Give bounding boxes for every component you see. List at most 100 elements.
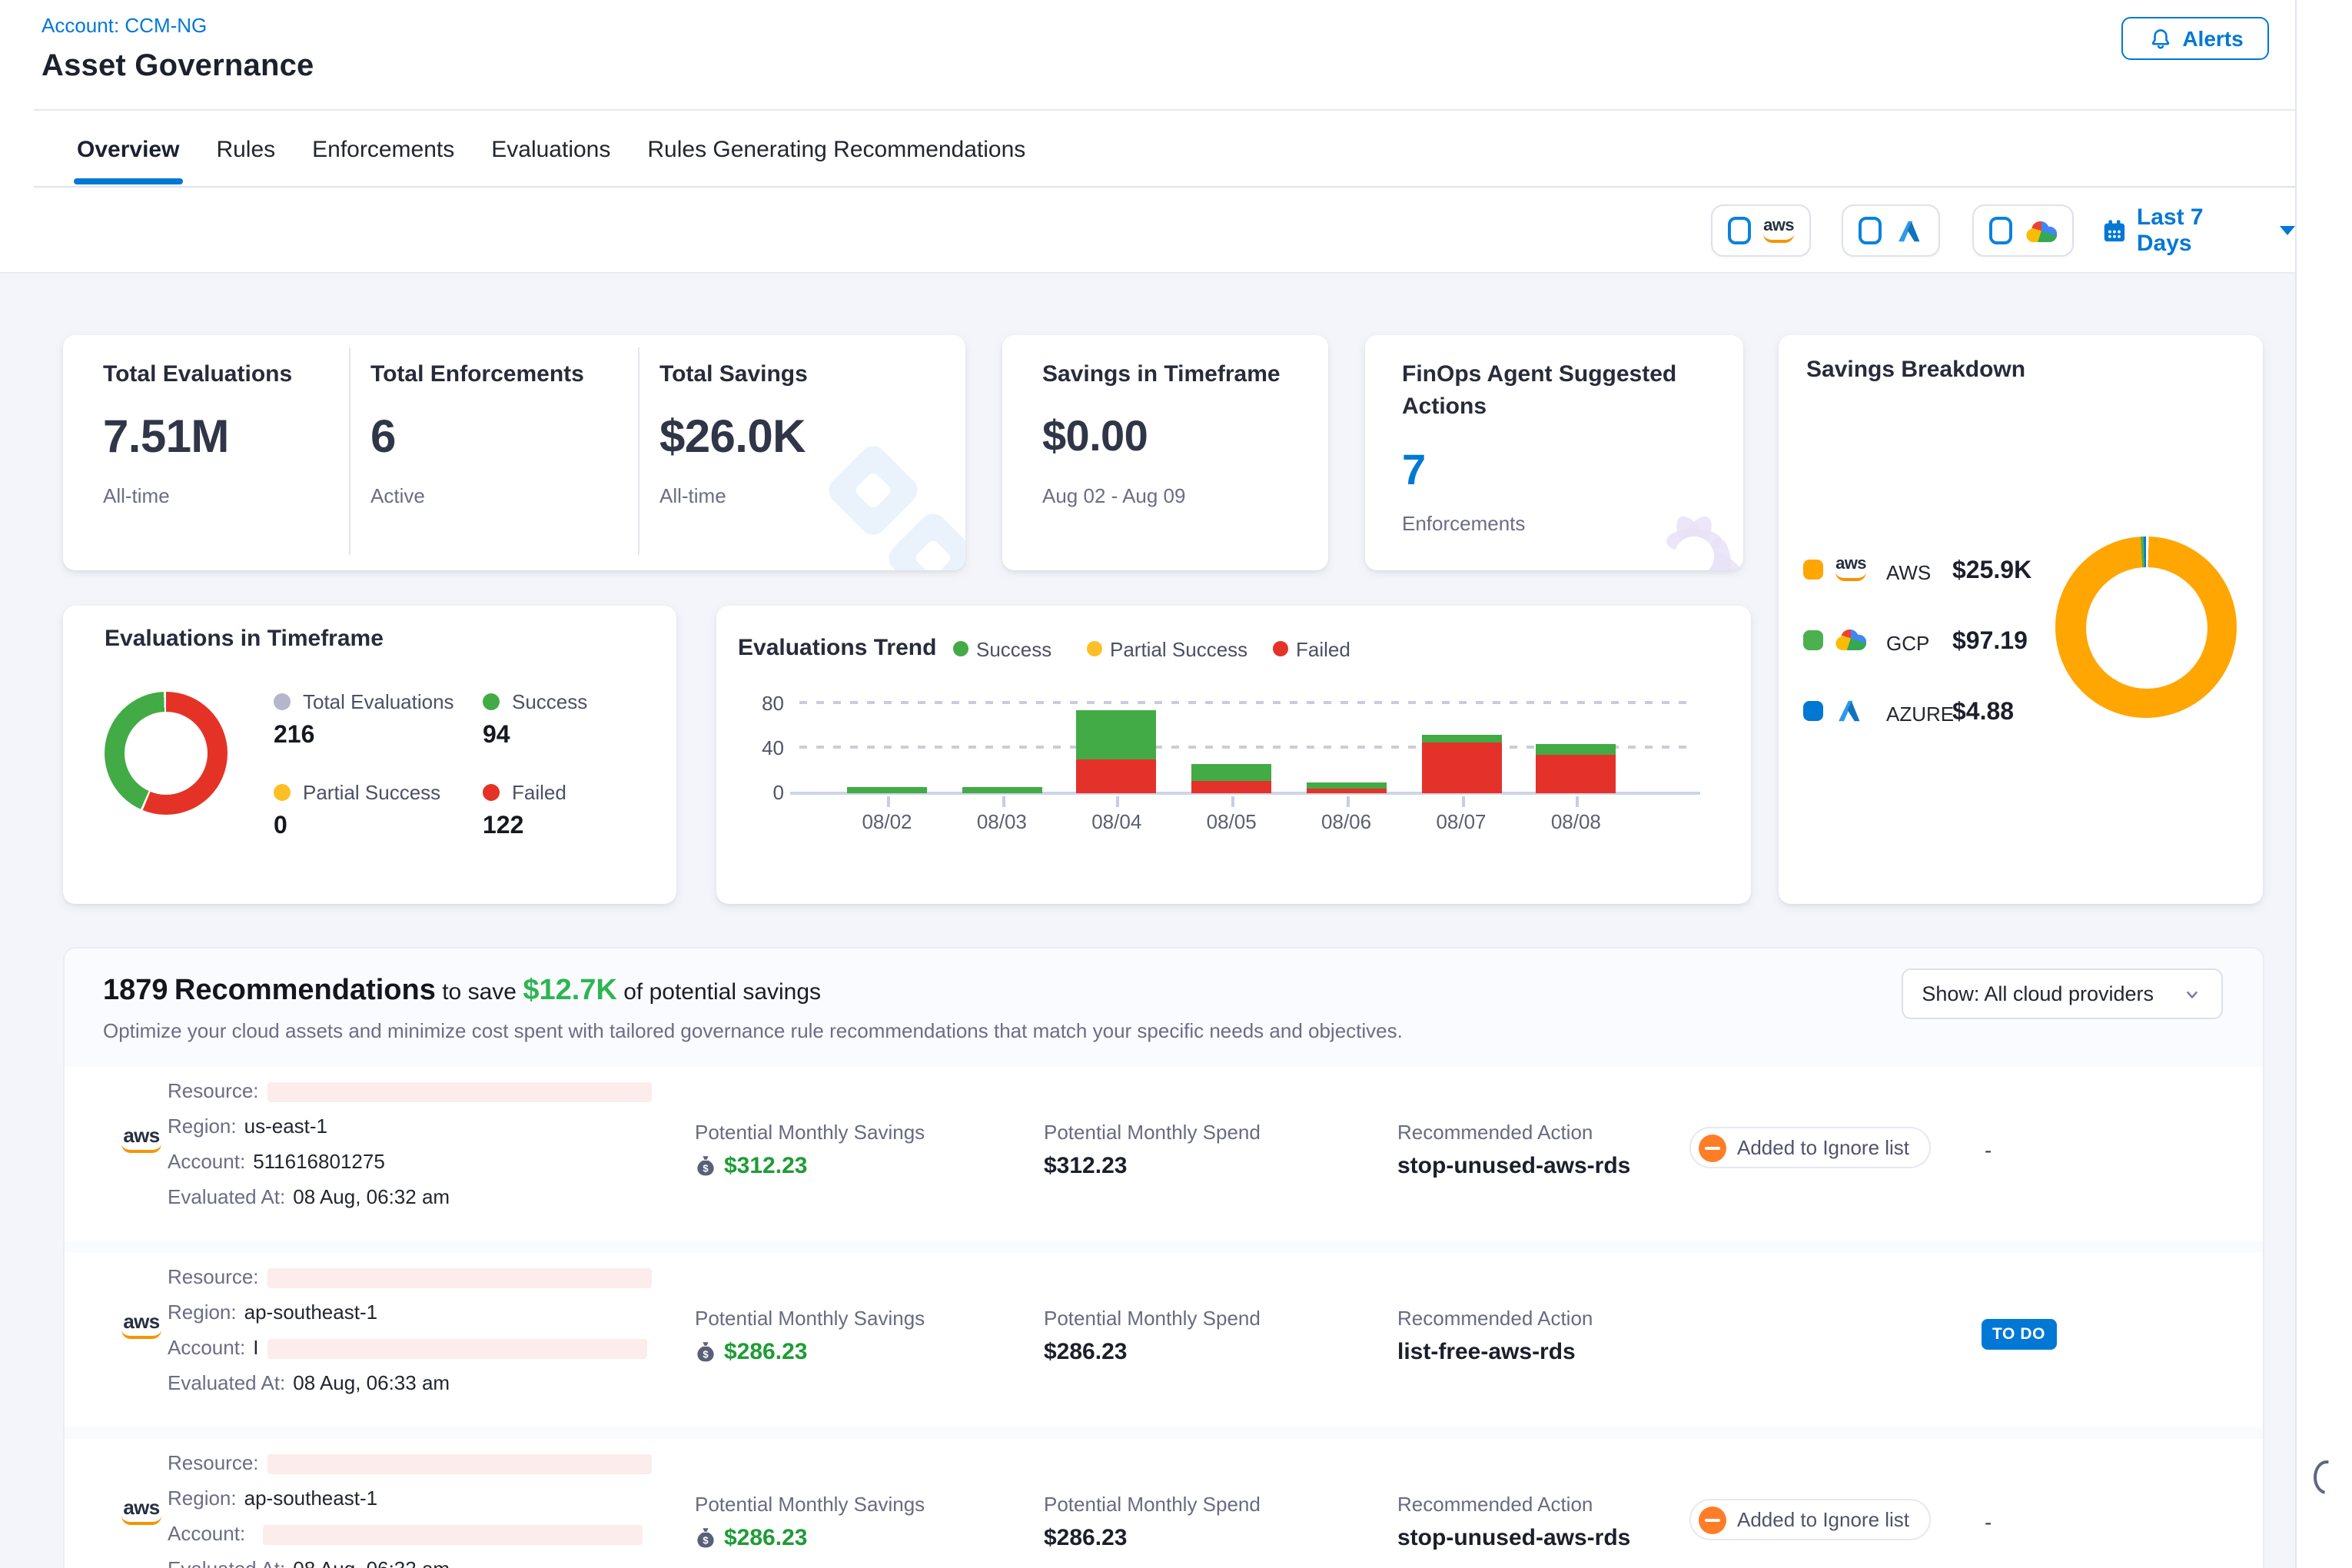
cloud-provider-filter-dropdown[interactable]: Show: All cloud providers (1902, 968, 2223, 1019)
x-tick (1231, 796, 1234, 807)
x-tick-label: 08/05 (1182, 810, 1281, 833)
aws-legend-dot (1803, 560, 1823, 580)
azure-legend-dot (1803, 701, 1823, 721)
potential-savings-amount: $12.7K (523, 975, 617, 1007)
money-bag-icon: $ (695, 1340, 716, 1364)
alerts-button[interactable]: Alerts (2121, 17, 2269, 60)
account-line: Account:I (168, 1336, 647, 1364)
trend-success-label: Success (976, 638, 1051, 661)
total-savings-value: $26.0K (659, 412, 806, 464)
x-tick-label: 08/03 (952, 810, 1051, 833)
tab-evaluations[interactable]: Evaluations (491, 113, 610, 185)
aws-filter-toggle[interactable]: aws (1711, 204, 1811, 257)
aws-checkbox[interactable] (1728, 217, 1751, 244)
x-tick (1347, 796, 1350, 807)
monthly-savings-value: $ $312.23 (695, 1153, 807, 1179)
failed-dot (483, 784, 500, 801)
asset-governance-page: Account: CCM-NG Asset Governance Alerts … (0, 0, 2352, 1568)
savings-column-header: Potential Monthly Savings (695, 1493, 925, 1516)
recommendation-row[interactable]: aws Resource: Region:ap-southeast-1 Acco… (65, 1439, 2263, 1568)
azure-icon (1894, 216, 1923, 245)
action-column-header: Recommended Action (1397, 1121, 1593, 1144)
x-tick-label: 08/08 (1526, 810, 1625, 833)
recommendations-subtitle: Optimize your cloud assets and minimize … (103, 1019, 1403, 1042)
azure-savings-value: $4.88 (1952, 699, 2014, 727)
recommended-action-value: stop-unused-aws-rds (1397, 1525, 1630, 1551)
x-tick-label: 08/04 (1068, 810, 1166, 833)
x-tick-label: 08/06 (1297, 810, 1396, 833)
gcp-legend-label: GCP (1886, 632, 1929, 655)
redacted-resource-value (268, 1268, 653, 1288)
filter-toolbar: aws Last 7 Days (0, 188, 2295, 274)
totals-card: Total Evaluations 7.51M All-time Total E… (63, 335, 965, 570)
recommendation-row[interactable]: aws Resource: Region:us-east-1 Account:5… (65, 1067, 2263, 1241)
trend-bar-08/05 (1191, 764, 1271, 793)
caret-down-icon (2280, 226, 2295, 235)
trend-partial-dot (1087, 641, 1102, 656)
gcp-legend-dot (1803, 630, 1823, 650)
total-evaluations-legend-label: Total Evaluations (303, 690, 454, 713)
aws-icon: aws (121, 1311, 161, 1339)
redacted-resource-value (268, 1454, 653, 1474)
recommendations-panel: 1879 Recommendations to save $12.7K of p… (63, 947, 2264, 1568)
date-range-picker[interactable]: Last 7 Days (2101, 204, 2295, 257)
recommendation-row[interactable]: aws Resource: Region:ap-southeast-1 Acco… (65, 1253, 2263, 1427)
help-widget-partial-icon[interactable] (2314, 1460, 2340, 1494)
account-line: Account:511616801275 (168, 1150, 385, 1178)
tab-rules-generating-recommendations[interactable]: Rules Generating Recommendations (647, 113, 1025, 185)
aws-savings-value: $25.9K (1952, 558, 2031, 586)
finops-sub: Enforcements (1402, 512, 1525, 535)
region-line: Region:us-east-1 (168, 1115, 327, 1142)
spend-column-header: Potential Monthly Spend (1044, 1307, 1261, 1330)
gcp-checkbox[interactable] (1989, 217, 2012, 244)
chevron-down-icon (2181, 983, 2203, 1005)
x-tick-label: 08/02 (838, 810, 936, 833)
x-tick (1002, 796, 1005, 807)
gcp-icon (1834, 627, 1866, 650)
redacted-resource-value (268, 1082, 653, 1102)
resource-line: Resource: (168, 1079, 653, 1107)
bell-icon (2147, 25, 2173, 51)
total-evaluations-value: 7.51M (103, 412, 229, 464)
finops-agent-card: FinOps Agent Suggested Actions 7 Enforce… (1365, 335, 1743, 570)
partial-success-legend-label: Partial Success (303, 781, 440, 804)
calendar-icon (2101, 218, 2128, 244)
savings-timeframe-sub: Aug 02 - Aug 09 (1042, 484, 1186, 507)
total-enforcements-sub: Active (370, 484, 425, 507)
savings-in-timeframe-card: Savings in Timeframe $0.00 Aug 02 - Aug … (1002, 335, 1328, 570)
added-to-ignore-badge[interactable]: Added to Ignore list (1689, 1499, 1931, 1540)
right-gutter (2295, 0, 2352, 1568)
gcp-filter-toggle[interactable] (1972, 204, 2074, 257)
savings-column-header: Potential Monthly Savings (695, 1121, 925, 1144)
x-tick (1461, 796, 1464, 807)
recommended-action-value: stop-unused-aws-rds (1397, 1153, 1630, 1179)
action-column-header: Recommended Action (1397, 1307, 1593, 1330)
finops-title-line2: Actions (1402, 394, 1487, 420)
trend-bar-08/07 (1421, 736, 1501, 793)
azure-checkbox[interactable] (1859, 217, 1882, 244)
azure-filter-toggle[interactable] (1842, 204, 1940, 257)
gcp-savings-value: $97.19 (1952, 629, 2028, 656)
trend-bar-chart: 08/0208/0308/0408/0508/0608/0708/08 (799, 670, 1706, 793)
monthly-savings-value: $ $286.23 (695, 1525, 807, 1551)
finops-title-line1: FinOps Agent Suggested (1402, 361, 1676, 387)
redacted-account-value (262, 1525, 642, 1545)
y-tick-0: 0 (744, 781, 784, 804)
money-bag-icon: $ (695, 1526, 716, 1550)
added-to-ignore-badge[interactable]: Added to Ignore list (1689, 1127, 1931, 1168)
monthly-spend-value: $312.23 (1044, 1153, 1127, 1179)
x-tick (1117, 796, 1120, 807)
evaluated-line: Evaluated At:08 Aug, 06:33 am (168, 1371, 450, 1399)
tab-overview[interactable]: Overview (77, 113, 179, 185)
gcp-icon (2025, 219, 2057, 242)
todo-badge[interactable]: TO DO (1982, 1319, 2056, 1350)
tab-rules[interactable]: Rules (216, 113, 275, 185)
partial-success-legend-value: 0 (274, 813, 287, 841)
tab-enforcements[interactable]: Enforcements (312, 113, 454, 185)
empty-cell-dash: - (1985, 1138, 1992, 1162)
evaluations-timeframe-title: Evaluations in Timeframe (105, 626, 384, 652)
account-breadcrumb-link[interactable]: Account: CCM-NG (42, 14, 207, 37)
evaluated-line: Evaluated At:08 Aug, 06:32 am (168, 1557, 450, 1568)
total-savings-title: Total Savings (659, 361, 808, 387)
monthly-spend-value: $286.23 (1044, 1525, 1127, 1551)
